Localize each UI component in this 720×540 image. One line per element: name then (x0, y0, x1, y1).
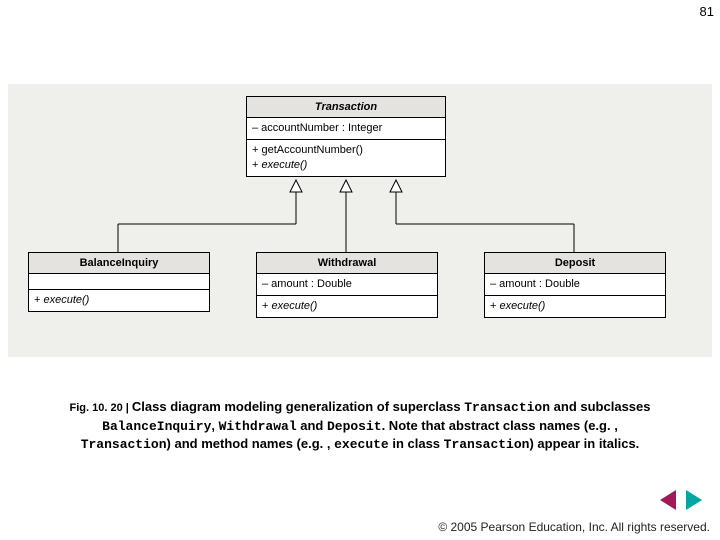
ops-balanceinquiry: + execute() (29, 290, 209, 311)
figure-number: Fig. 10. 20 | (70, 402, 132, 414)
diagram-canvas: Transaction – accountNumber : Integer + … (8, 84, 712, 357)
op-getaccountnumber: + getAccountNumber() (252, 143, 440, 158)
attrs-transaction: – accountNumber : Integer (247, 118, 445, 140)
op-execute-balanceinquiry: + execute() (34, 293, 204, 308)
next-slide-button[interactable] (686, 490, 702, 510)
uml-class-deposit: Deposit – amount : Double + execute() (484, 252, 666, 318)
op-execute-withdrawal: + execute() (262, 299, 432, 314)
page-number: 81 (700, 4, 714, 19)
attrs-balanceinquiry (29, 274, 209, 290)
class-name-balanceinquiry: BalanceInquiry (29, 253, 209, 274)
copyright-footer: © 2005 Pearson Education, Inc. All right… (438, 520, 710, 534)
attrs-deposit: – amount : Double (485, 274, 665, 296)
uml-class-balanceinquiry: BalanceInquiry + execute() (28, 252, 210, 312)
slide-page: 81 Transaction – accountNumber : Integer… (0, 0, 720, 540)
ops-withdrawal: + execute() (257, 296, 437, 317)
class-name-transaction: Transaction (247, 97, 445, 118)
attrs-withdrawal: – amount : Double (257, 274, 437, 296)
prev-slide-button[interactable] (660, 490, 676, 510)
ops-deposit: + execute() (485, 296, 665, 317)
figure-caption: Fig. 10. 20 | Class diagram modeling gen… (60, 398, 660, 454)
uml-class-withdrawal: Withdrawal – amount : Double + execute() (256, 252, 438, 318)
class-name-deposit: Deposit (485, 253, 665, 274)
ops-transaction: + getAccountNumber() + execute() (247, 140, 445, 176)
op-execute-deposit: + execute() (490, 299, 660, 314)
uml-class-transaction: Transaction – accountNumber : Integer + … (246, 96, 446, 177)
op-execute-transaction: + execute() (252, 158, 440, 173)
slide-nav (660, 490, 702, 510)
class-name-withdrawal: Withdrawal (257, 253, 437, 274)
